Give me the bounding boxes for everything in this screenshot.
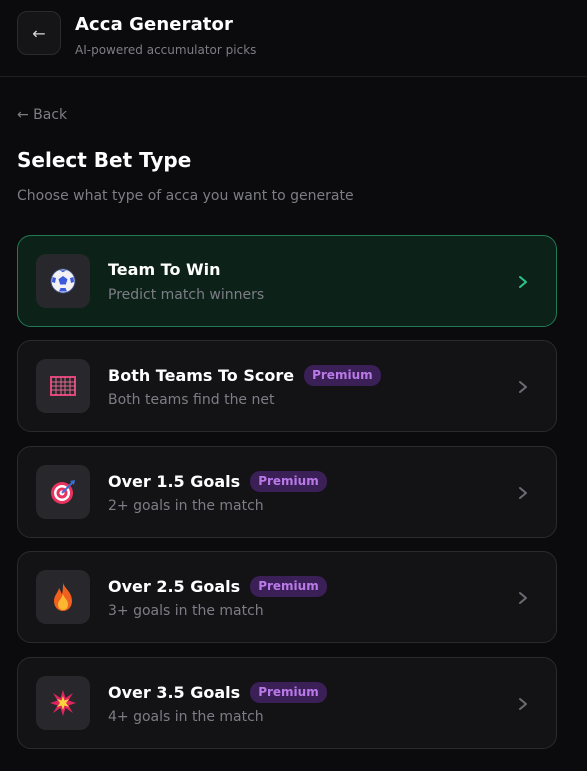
app-title: Acca Generator <box>75 14 233 35</box>
bet-type-card-over-3-5[interactable]: Over 3.5 Goals Premium 4+ goals in the m… <box>17 657 557 749</box>
bet-type-title: Both Teams To Score Premium <box>108 365 381 386</box>
app-header: ← Acca Generator AI-powered accumulator … <box>0 0 587 77</box>
premium-badge: Premium <box>250 576 327 597</box>
page-subtitle: Choose what type of acca you want to gen… <box>17 188 354 204</box>
back-link[interactable]: ← Back <box>17 107 67 123</box>
goal-net-icon <box>36 359 90 413</box>
header-back-button[interactable]: ← <box>17 11 61 55</box>
premium-badge: Premium <box>250 471 327 492</box>
bet-type-description: Both teams find the net <box>108 392 275 408</box>
bet-type-card-over-1-5[interactable]: Over 1.5 Goals Premium 2+ goals in the m… <box>17 446 557 538</box>
bet-type-title: Over 3.5 Goals Premium <box>108 682 327 703</box>
bet-type-description: 2+ goals in the match <box>108 498 264 514</box>
target-icon <box>36 465 90 519</box>
bet-type-title: Team To Win <box>108 260 221 279</box>
chevron-right-icon <box>519 698 527 710</box>
explosion-icon <box>36 676 90 730</box>
bet-type-description: 3+ goals in the match <box>108 603 264 619</box>
bet-type-card-btts[interactable]: Both Teams To Score Premium Both teams f… <box>17 340 557 432</box>
bet-type-card-team-to-win[interactable]: Team To Win Predict match winners <box>17 235 557 327</box>
bet-type-title: Over 2.5 Goals Premium <box>108 576 327 597</box>
premium-badge: Premium <box>304 365 381 386</box>
premium-badge: Premium <box>250 682 327 703</box>
bet-type-title: Over 1.5 Goals Premium <box>108 471 327 492</box>
arrow-left-icon: ← <box>32 23 46 43</box>
chevron-right-icon <box>519 276 527 288</box>
page-title: Select Bet Type <box>17 148 192 172</box>
app-subtitle: AI-powered accumulator picks <box>75 43 257 57</box>
chevron-right-icon <box>519 592 527 604</box>
chevron-right-icon <box>519 487 527 499</box>
bet-type-description: Predict match winners <box>108 287 265 303</box>
fire-icon <box>36 570 90 624</box>
chevron-right-icon <box>519 381 527 393</box>
bet-type-card-over-2-5[interactable]: Over 2.5 Goals Premium 3+ goals in the m… <box>17 551 557 643</box>
bet-type-description: 4+ goals in the match <box>108 709 264 725</box>
soccer-ball-icon <box>36 254 90 308</box>
